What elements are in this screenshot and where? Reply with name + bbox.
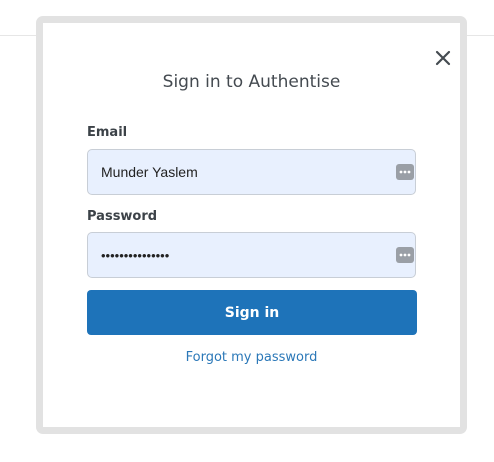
email-label: Email: [87, 125, 128, 140]
dialog-title: Sign in to Authentise: [162, 72, 341, 92]
close-button[interactable]: [431, 46, 455, 70]
password-autofill-icon[interactable]: [396, 247, 414, 263]
email-field[interactable]: [88, 150, 383, 194]
password-field[interactable]: [88, 233, 383, 277]
email-autofill-icon[interactable]: [396, 164, 414, 180]
email-field-container[interactable]: [87, 149, 416, 195]
password-field-container[interactable]: [87, 232, 416, 278]
close-icon: [435, 50, 451, 66]
forgot-password-link[interactable]: Forgot my password: [43, 350, 460, 365]
password-label: Password: [87, 209, 158, 224]
signin-dialog: Sign in to Authentise Email Password Sig…: [36, 16, 467, 434]
signin-button[interactable]: Sign in: [87, 290, 417, 335]
